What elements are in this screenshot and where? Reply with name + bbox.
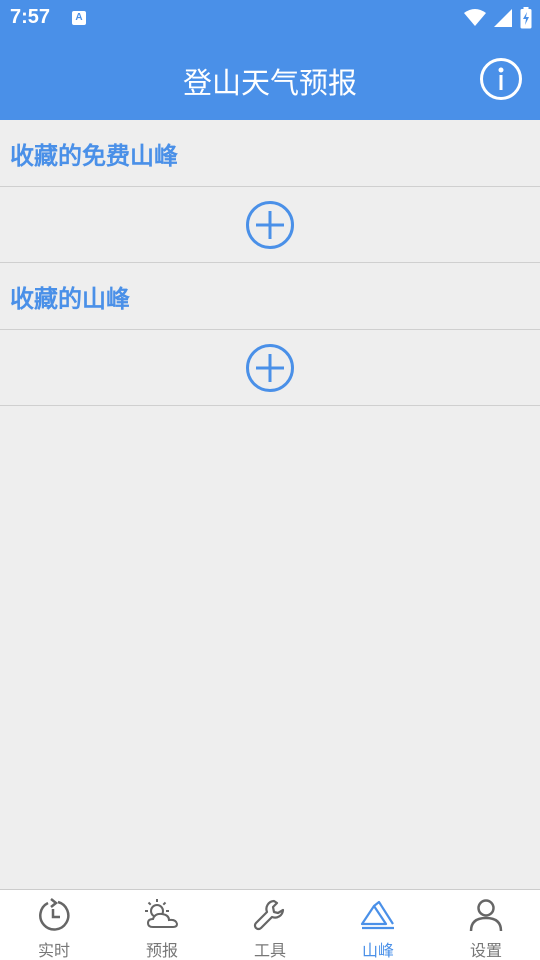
nav-label: 工具 [253,941,286,960]
cell-signal-icon [494,9,512,27]
mountain-icon [360,900,394,930]
notification-app-icon: A [72,11,86,25]
battery-icon [520,7,532,29]
app-bar: 登山天气预报 [0,36,540,120]
status-indicators [464,6,532,30]
info-button[interactable] [479,57,523,101]
section-title: 收藏的山峰 [10,285,130,313]
nav-label: 山峰 [361,941,394,960]
bottom-nav: 实时 预报 工具 山峰 设置 [0,889,540,960]
wrench-icon [253,899,285,931]
add-row-peaks [0,330,540,406]
add-peak-button[interactable] [245,343,295,393]
plus-circle-icon [246,201,294,249]
nav-item-tools[interactable]: 工具 [216,890,324,960]
info-icon [480,58,522,100]
nav-item-forecast[interactable]: 预报 [108,890,216,960]
forecast-sun-cloud-icon [145,899,179,928]
nav-item-realtime[interactable]: 实时 [0,890,108,960]
nav-item-settings[interactable]: 设置 [432,890,540,960]
status-time: 7:57 [10,6,51,28]
nav-label: 设置 [469,941,502,960]
person-icon [469,899,503,932]
add-row-free-peaks [0,187,540,263]
realtime-clock-icon [39,898,70,931]
add-free-peak-button[interactable] [245,200,295,250]
section-title: 收藏的免费山峰 [10,142,178,170]
nav-label: 实时 [37,941,70,960]
nav-label: 预报 [145,941,178,960]
section-header-peaks: 收藏的山峰 [0,263,540,330]
plus-circle-icon [246,344,294,392]
status-bar: 7:57 A [0,0,540,36]
nav-item-mountains[interactable]: 山峰 [324,890,432,960]
page-title: 登山天气预报 [182,66,357,100]
wifi-icon [464,9,486,26]
section-header-free-peaks: 收藏的免费山峰 [0,120,540,187]
